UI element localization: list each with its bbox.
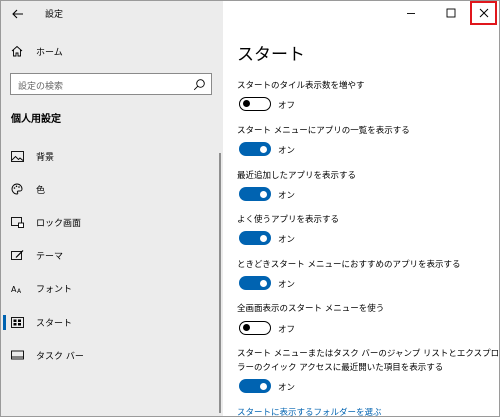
sidebar-item-label: タスク バー [36, 351, 84, 362]
toggle-knob [260, 234, 267, 242]
setting-label: ときどきスタート メニューにおすすめのアプリを表示する [237, 260, 461, 270]
main-content: スタート スタートのタイル表示数を増やす オフ スタート メニューにアプリの一覧… [223, 1, 500, 416]
sidebar-item-theme[interactable]: テーマ [1, 241, 223, 269]
sidebar-item-label: 色 [36, 185, 46, 196]
toggle-state-label: オン [278, 235, 296, 245]
setting-label: 最近追加したアプリを表示する [237, 171, 357, 181]
search-icon [193, 79, 205, 91]
sidebar-item-font[interactable]: A A フォント [1, 274, 223, 302]
home-icon [10, 44, 24, 58]
sidebar-scrollbar[interactable] [219, 153, 221, 413]
choose-folders-link[interactable]: スタートに表示するフォルダーを選ぶ [237, 406, 382, 416]
setting-label: スタートのタイル表示数を増やす [237, 81, 365, 91]
sidebar: 設定 ホーム 設定の検索 個人用設定 背景 色 ロック画面 テーマ A A フォ… [1, 1, 223, 416]
toggle-knob [243, 324, 250, 331]
maximize-button[interactable] [437, 1, 464, 25]
toggle-state-label: オン [278, 191, 296, 201]
toggle-app-list[interactable] [239, 142, 271, 156]
lock-screen-icon [10, 215, 24, 229]
sidebar-item-background[interactable]: 背景 [1, 142, 223, 170]
minimize-icon [406, 13, 415, 14]
theme-icon [10, 248, 24, 262]
setting-label: よく使うアプリを表示する [237, 215, 340, 225]
palette-icon [10, 182, 24, 196]
sidebar-item-start[interactable]: スタート [1, 308, 223, 336]
picture-icon [10, 149, 24, 163]
toggle-suggestions[interactable] [239, 276, 271, 290]
search-placeholder: 設定の検索 [18, 82, 64, 92]
taskbar-icon [10, 348, 24, 362]
sidebar-item-home[interactable]: ホーム [1, 37, 223, 65]
toggle-state-label: オン [278, 280, 296, 290]
active-indicator [3, 315, 6, 330]
toggle-recently-added[interactable] [239, 187, 271, 201]
search-input[interactable]: 設定の検索 [10, 73, 212, 95]
toggle-state-label: オフ [278, 325, 296, 335]
back-button[interactable] [7, 3, 29, 25]
sidebar-item-label: テーマ [36, 251, 64, 262]
settings-window: 設定 ホーム 設定の検索 個人用設定 背景 色 ロック画面 テーマ A A フォ… [0, 0, 500, 417]
sidebar-item-label: ロック画面 [36, 218, 82, 229]
sidebar-item-color[interactable]: 色 [1, 175, 223, 203]
start-icon [10, 315, 24, 329]
close-icon [479, 8, 488, 18]
setting-label: スタート メニューにアプリの一覧を表示する [237, 126, 410, 136]
back-arrow-icon [12, 9, 23, 19]
toggle-full-screen[interactable] [239, 321, 271, 335]
sidebar-item-lock-screen[interactable]: ロック画面 [1, 208, 223, 236]
toggle-state-label: オン [278, 146, 296, 156]
toggle-recent-items[interactable] [239, 379, 271, 393]
sidebar-item-label: 背景 [36, 152, 55, 163]
setting-label-continued: ラーのクイック アクセスに最近開いた項目を表示する [237, 363, 444, 373]
toggle-knob [260, 145, 267, 153]
setting-label: スタート メニューまたはタスク バーのジャンプ リストとエクスプロー [237, 349, 500, 359]
app-title: 設定 [45, 10, 64, 20]
toggle-knob [260, 382, 267, 390]
sidebar-item-label: スタート [36, 318, 73, 329]
page-title: スタート [237, 45, 305, 65]
sidebar-item-label: フォント [36, 284, 73, 295]
toggle-knob [243, 100, 250, 107]
toggle-state-label: オン [278, 383, 296, 393]
sidebar-item-taskbar[interactable]: タスク バー [1, 341, 223, 369]
maximize-icon [446, 8, 455, 18]
sidebar-item-label: ホーム [36, 47, 63, 58]
toggle-state-label: オフ [278, 101, 296, 111]
close-button[interactable] [470, 1, 497, 25]
svg-text:A: A [17, 288, 22, 294]
minimize-button[interactable] [397, 1, 424, 25]
toggle-knob [260, 279, 267, 287]
title-bar-left: 設定 [1, 1, 223, 27]
toggle-most-used[interactable] [239, 231, 271, 245]
toggle-more-tiles[interactable] [239, 97, 271, 111]
section-title: 個人用設定 [11, 114, 61, 125]
toggle-knob [260, 190, 267, 198]
font-icon: A A [10, 281, 24, 295]
setting-label: 全画面表示のスタート メニューを使う [237, 304, 385, 314]
